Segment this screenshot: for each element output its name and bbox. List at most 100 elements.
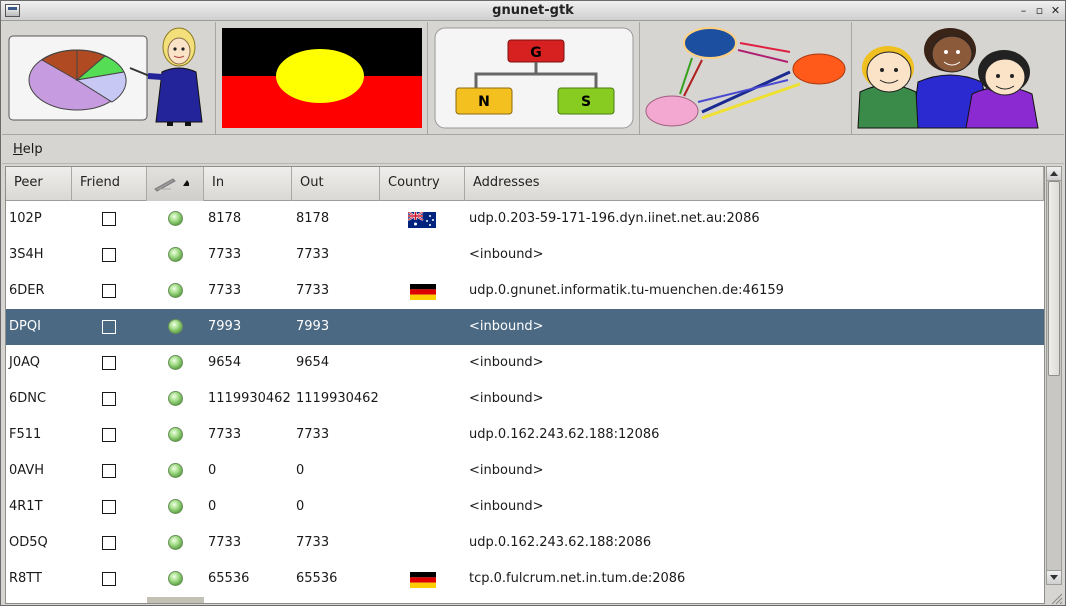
friend-checkbox[interactable] bbox=[102, 464, 116, 478]
friend-checkbox[interactable] bbox=[102, 536, 116, 550]
in-cell: 0 bbox=[208, 463, 217, 478]
address-cell: <inbound> bbox=[469, 391, 544, 406]
table-row[interactable]: 0AVH 0 0 <inbound> bbox=[6, 453, 1044, 489]
address-cell: udp.0.162.243.62.188:2086 bbox=[469, 535, 652, 550]
address-cell: <inbound> bbox=[469, 355, 544, 370]
out-cell: 7733 bbox=[296, 427, 330, 442]
peer-cell: J0AQ bbox=[9, 355, 41, 370]
address-cell: <inbound> bbox=[469, 463, 544, 478]
out-cell: 0 bbox=[296, 499, 305, 514]
address-cell: udp.0.203-59-171-196.dyn.iinet.net.au:20… bbox=[469, 211, 760, 226]
out-cell: 65536 bbox=[296, 571, 338, 586]
connected-status-icon bbox=[168, 355, 183, 370]
connected-status-icon bbox=[168, 319, 183, 334]
table-row[interactable]: J0AQ 9654 9654 <inbound> bbox=[6, 345, 1044, 381]
gns-tree-icon: G N S bbox=[434, 27, 634, 129]
out-cell: 7733 bbox=[296, 535, 330, 550]
table-row[interactable]: 3S4H 7733 7733 <inbound> bbox=[6, 237, 1044, 273]
connected-status-icon bbox=[168, 571, 183, 586]
gns-g-label: G bbox=[530, 45, 542, 61]
connected-status-icon bbox=[168, 535, 183, 550]
peer-cell: R8TT bbox=[9, 571, 42, 586]
in-cell: 9654 bbox=[208, 355, 242, 370]
header-friend[interactable]: Friend bbox=[72, 167, 147, 201]
address-cell: tcp.0.fulcrum.net.in.tum.de:2086 bbox=[469, 571, 686, 586]
peer-cell: 3S4H bbox=[9, 247, 44, 262]
in-cell: 7733 bbox=[208, 427, 242, 442]
peer-cell: 6DER bbox=[9, 283, 45, 298]
connection-icon bbox=[154, 178, 189, 192]
in-cell: 7733 bbox=[208, 283, 242, 298]
flag-tile[interactable] bbox=[216, 22, 428, 134]
header-in[interactable]: In bbox=[204, 167, 292, 201]
table-row[interactable]: 6DER 7733 7733 udp.0.gnunet.informatik.tu-m… bbox=[6, 273, 1044, 309]
header-addresses[interactable]: Addresses bbox=[465, 167, 1044, 201]
address-cell: udp.0.162.243.62.188:12086 bbox=[469, 427, 660, 442]
peer-table: Peer Friend In Out Country Addresses 102… bbox=[5, 166, 1045, 604]
peer-cell: 102P bbox=[9, 211, 42, 226]
connected-status-icon bbox=[168, 211, 183, 226]
peer-cell: 6DNC bbox=[9, 391, 47, 406]
network-tile[interactable] bbox=[640, 22, 852, 134]
out-cell: 1119930462 bbox=[296, 391, 379, 406]
friend-checkbox[interactable] bbox=[102, 572, 116, 586]
peer-cell: F511 bbox=[9, 427, 42, 442]
header-peer[interactable]: Peer bbox=[6, 167, 72, 201]
presenter-pie-chart-icon bbox=[8, 27, 203, 126]
table-row[interactable]: DPQI 7993 7993 <inbound> bbox=[6, 309, 1044, 345]
app-banner: G N S bbox=[2, 22, 1064, 135]
in-cell: 7993 bbox=[208, 319, 242, 334]
in-cell: 1119930462 bbox=[208, 391, 291, 406]
in-cell: 0 bbox=[208, 499, 217, 514]
menu-bar: Help bbox=[2, 136, 1064, 164]
scroll-thumb[interactable] bbox=[1048, 181, 1060, 376]
gns-tile[interactable]: G N S bbox=[428, 22, 640, 134]
header-out[interactable]: Out bbox=[292, 167, 380, 201]
germany-flag-icon bbox=[410, 284, 436, 300]
friend-checkbox[interactable] bbox=[102, 284, 116, 298]
address-cell: udp.0.gnunet.informatik.tu-muenchen.de:4… bbox=[469, 283, 784, 298]
table-row[interactable]: F511 7733 7733 udp.0.162.243.62.188:12086 bbox=[6, 417, 1044, 453]
peer-cell: OD5Q bbox=[9, 535, 48, 550]
out-cell: 7733 bbox=[296, 283, 330, 298]
statistics-tile[interactable] bbox=[2, 22, 216, 134]
out-cell: 0 bbox=[296, 463, 305, 478]
connected-status-icon bbox=[168, 247, 183, 262]
friend-checkbox[interactable] bbox=[102, 248, 116, 262]
connected-status-icon bbox=[168, 283, 183, 298]
table-row[interactable]: R8TT 65536 65536 tcp.0.fulcrum.net.in.tum.d… bbox=[6, 561, 1044, 597]
in-cell: 65536 bbox=[208, 571, 250, 586]
help-menu[interactable]: Help bbox=[9, 142, 47, 157]
friend-checkbox[interactable] bbox=[102, 356, 116, 370]
friend-checkbox[interactable] bbox=[102, 500, 116, 514]
help-menu-mnemonic: H bbox=[13, 142, 23, 157]
gns-s-label: S bbox=[581, 94, 591, 110]
scroll-down-icon[interactable] bbox=[1047, 570, 1061, 584]
out-cell: 7993 bbox=[296, 319, 330, 334]
table-header: Peer Friend In Out Country Addresses bbox=[6, 167, 1044, 201]
minimize-icon[interactable]: – bbox=[1016, 3, 1031, 18]
table-row[interactable]: 6DNC 1119930462 1119930462 <inbound> bbox=[6, 381, 1044, 417]
out-cell: 8178 bbox=[296, 211, 330, 226]
friend-checkbox[interactable] bbox=[102, 212, 116, 226]
table-row[interactable]: OD5Q 7733 7733 udp.0.162.243.62.188:2086 bbox=[6, 525, 1044, 561]
friend-checkbox[interactable] bbox=[102, 392, 116, 406]
resize-grip-icon[interactable] bbox=[1049, 591, 1063, 605]
germany-flag-icon bbox=[410, 572, 436, 588]
out-cell: 9654 bbox=[296, 355, 330, 370]
maximize-icon[interactable]: ▫ bbox=[1032, 3, 1047, 18]
table-row[interactable]: 102P 8178 8178 udp.0.203-59-171-196.dyn.iin… bbox=[6, 201, 1044, 237]
address-cell: <inbound> bbox=[469, 499, 544, 514]
window-title: gnunet-gtk bbox=[492, 3, 574, 18]
people-tile[interactable] bbox=[852, 22, 1064, 134]
close-icon[interactable]: ✕ bbox=[1048, 3, 1063, 18]
header-status[interactable] bbox=[147, 167, 204, 201]
connected-status-icon bbox=[168, 391, 183, 406]
header-country[interactable]: Country bbox=[380, 167, 465, 201]
address-cell: <inbound> bbox=[469, 319, 544, 334]
friend-checkbox[interactable] bbox=[102, 320, 116, 334]
vertical-scrollbar[interactable] bbox=[1046, 166, 1062, 585]
table-row[interactable]: 4R1T 0 0 <inbound> bbox=[6, 489, 1044, 525]
scroll-up-icon[interactable] bbox=[1047, 167, 1061, 181]
friend-checkbox[interactable] bbox=[102, 428, 116, 442]
